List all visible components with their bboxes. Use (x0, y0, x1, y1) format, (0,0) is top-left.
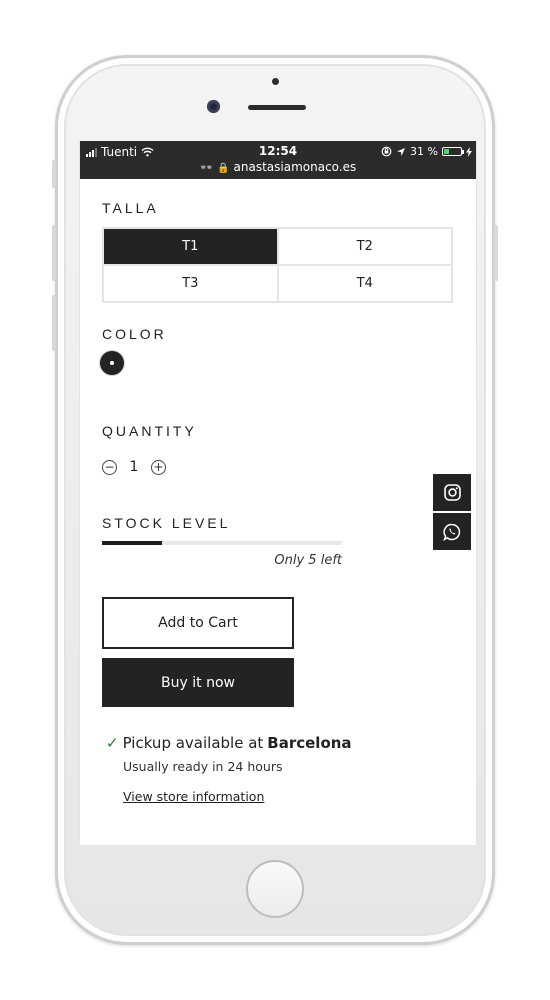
color-title: COLOR (102, 326, 167, 342)
front-camera (207, 100, 220, 113)
volume-down-button (52, 295, 56, 351)
minus-circle-icon[interactable]: − (102, 459, 117, 475)
charging-icon (466, 146, 472, 157)
size-option-t3[interactable]: T3 (103, 265, 278, 302)
stock-level-fill (102, 541, 162, 545)
plus-circle-icon[interactable]: + (151, 459, 166, 475)
proximity-sensor (272, 78, 279, 85)
battery-fill (444, 149, 449, 154)
mute-switch (52, 160, 56, 188)
orientation-lock-icon (381, 146, 392, 157)
stock-note: Only 5 left (274, 553, 342, 568)
size-selector: T1 T2 T3 T4 (102, 227, 453, 303)
selected-indicator (110, 361, 114, 365)
product-options: TALLA T1 T2 T3 T4 COLOR QUANTITY − 1 + S… (80, 179, 476, 845)
quantity-stepper: − 1 + (102, 459, 166, 475)
size-title: TALLA (102, 200, 159, 216)
phone-screen: Tuenti 12:54 31 % 👓 🔒 anastasiamonaco.es… (79, 141, 477, 845)
color-swatch-black[interactable] (100, 351, 124, 375)
pickup-prefix: Pickup available at (122, 734, 264, 752)
size-option-t4[interactable]: T4 (277, 265, 452, 302)
address-bar[interactable]: 👓 🔒 anastasiamonaco.es (80, 160, 476, 174)
incognito-icon: 👓 (199, 161, 214, 174)
stock-level-bar (102, 541, 342, 545)
stock-title: STOCK LEVEL (102, 515, 231, 531)
status-right: 31 % (381, 145, 472, 158)
location-icon (397, 147, 406, 156)
instagram-button[interactable] (433, 474, 471, 511)
power-button (494, 225, 498, 281)
pickup-ready-time: Usually ready in 24 hours (123, 759, 283, 774)
battery-icon (442, 147, 464, 156)
pickup-location: Barcelona (267, 734, 352, 752)
status-bar: Tuenti 12:54 31 % 👓 🔒 anastasiamonaco.es (80, 141, 476, 179)
earpiece-speaker (248, 105, 306, 110)
battery-percent: 31 % (410, 145, 438, 158)
home-button[interactable] (246, 860, 304, 918)
pickup-availability: ✓ Pickup available at Barcelona (106, 734, 352, 752)
view-store-link[interactable]: View store information (123, 789, 264, 804)
buy-now-button[interactable]: Buy it now (102, 658, 294, 707)
add-to-cart-button[interactable]: Add to Cart (102, 597, 294, 649)
size-option-t1[interactable]: T1 (103, 228, 278, 265)
quantity-title: QUANTITY (102, 423, 197, 439)
whatsapp-button[interactable] (433, 513, 471, 550)
instagram-icon (443, 484, 461, 501)
volume-up-button (52, 225, 56, 281)
size-option-t2[interactable]: T2 (277, 228, 452, 265)
check-icon: ✓ (106, 734, 119, 752)
lock-icon: 🔒 (217, 163, 230, 174)
whatsapp-icon (443, 523, 461, 541)
quantity-value: 1 (129, 459, 139, 475)
url-text: anastasiamonaco.es (233, 160, 357, 174)
